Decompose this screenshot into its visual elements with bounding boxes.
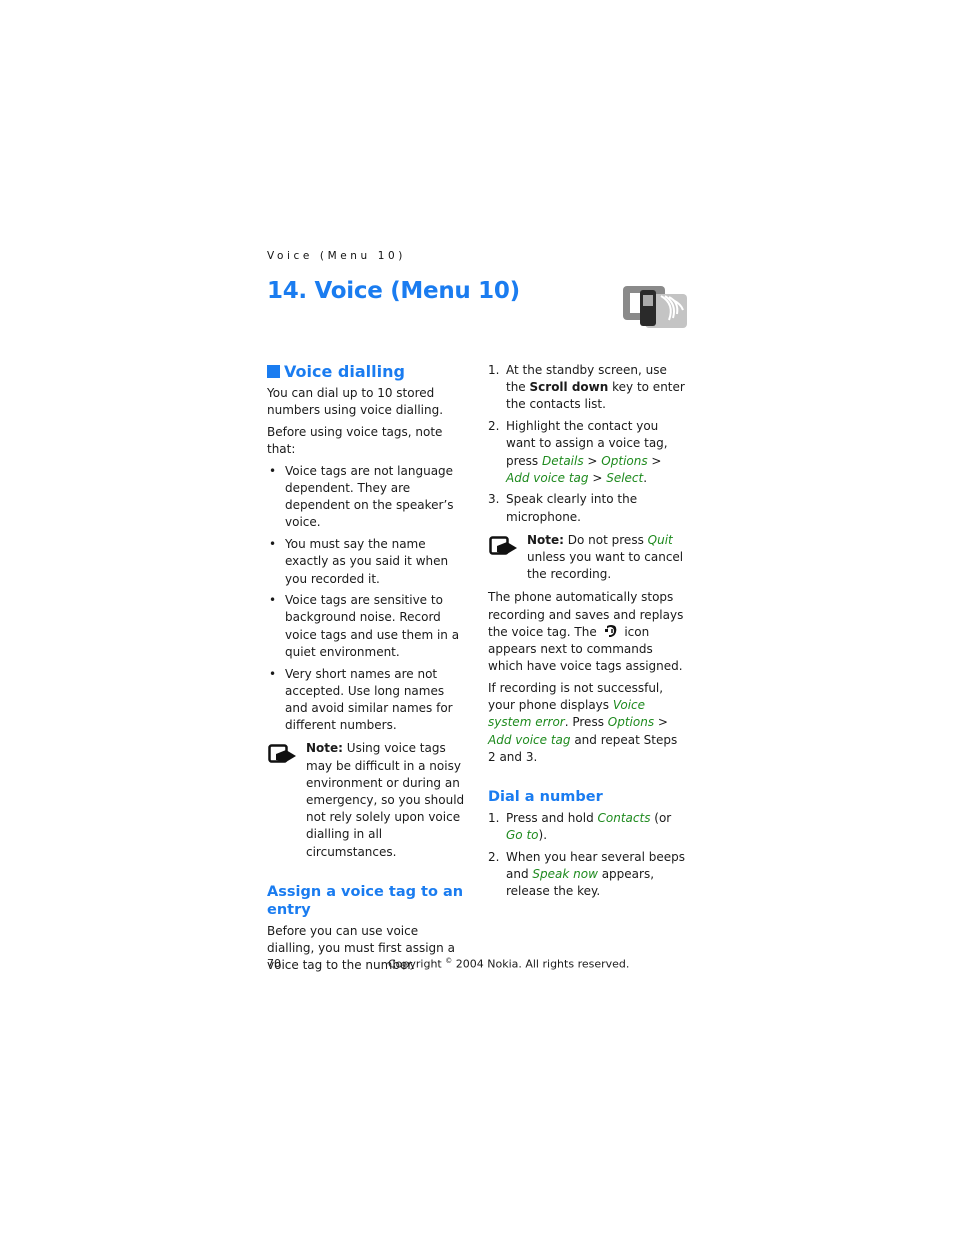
- menu-term: Details: [542, 453, 584, 468]
- running-head: Voice (Menu 10): [267, 250, 406, 262]
- bullet-icon: •: [269, 593, 277, 608]
- menu-term: Contacts: [597, 810, 651, 825]
- menu-term: Speak now: [532, 867, 598, 882]
- copyright-notice: Copyright © 2004 Nokia. All rights reser…: [388, 957, 630, 971]
- note-text: Using voice tags may be difficult in a n…: [306, 741, 465, 859]
- subsection-title-dial: Dial a number: [488, 788, 603, 805]
- bullet-icon: •: [269, 666, 277, 681]
- note-hand-icon: [268, 744, 296, 764]
- menu-term: Add voice tag: [506, 470, 589, 485]
- step-item: 3. Speak clearly into the microphone.: [488, 492, 638, 524]
- auto-stop-paragraph: The phone automatically stops recording …: [488, 590, 684, 674]
- step-item: 1. Press and hold Contacts (or Go to).: [488, 810, 672, 843]
- left-column: Voice dialling You can dial up to 10 sto…: [267, 362, 467, 979]
- step-item: 1. At the standby screen, use the Scroll …: [488, 363, 685, 412]
- list-item: • Very short names are not accepted. Use …: [269, 666, 453, 733]
- voice-tag-notes-list: • Voice tags are not language dependent. …: [267, 463, 467, 735]
- menu-term: Quit: [647, 532, 673, 547]
- note-block: Note: Using voice tags may be difficult …: [267, 740, 467, 860]
- before-note-paragraph: Before using voice tags, note that:: [267, 424, 443, 457]
- phone-voice-icon: [623, 286, 687, 328]
- page-number: 70: [267, 957, 281, 970]
- list-item: • Voice tags are not language dependent. …: [269, 463, 454, 530]
- assign-steps-list: 1. At the standby screen, use the Scroll …: [488, 362, 688, 526]
- step-item: 2. Highlight the contact you want to assi…: [488, 419, 668, 485]
- voice-tag-icon: [604, 624, 616, 637]
- menu-term: Options: [607, 715, 655, 730]
- note-hand-icon: [489, 536, 517, 555]
- intro-paragraph: You can dial up to 10 stored numbers usi…: [267, 386, 444, 418]
- section-square-icon: [267, 365, 280, 378]
- subsection-title-assign: Assign a voice tag to an entry: [267, 883, 464, 918]
- menu-term: Go to: [506, 828, 539, 843]
- recording-error-paragraph: If recording is not successful, your pho…: [488, 680, 678, 764]
- bullet-icon: •: [269, 463, 277, 478]
- list-item: • You must say the name exactly as you sa…: [269, 537, 449, 586]
- key-name: Scroll down: [529, 380, 609, 395]
- right-column: 1. At the standby screen, use the Scroll …: [488, 362, 688, 905]
- menu-term: Options: [601, 453, 648, 468]
- chapter-title: 14. Voice (Menu 10): [267, 278, 520, 304]
- bullet-icon: •: [269, 537, 277, 552]
- menu-term: Select: [606, 470, 644, 485]
- menu-term: Add voice tag: [488, 732, 571, 747]
- step-item: 2. When you hear several beeps and Speak …: [488, 849, 686, 899]
- note-block: Note: Do not press Quit unless you want …: [488, 532, 688, 584]
- section-title-voice-dialling: Voice dialling: [267, 362, 467, 381]
- list-item: • Voice tags are sensitive to background …: [269, 593, 460, 659]
- note-label: Note:: [527, 532, 564, 547]
- note-label: Note:: [306, 741, 343, 756]
- dial-steps-list: 1. Press and hold Contacts (or Go to). 2.…: [488, 810, 688, 901]
